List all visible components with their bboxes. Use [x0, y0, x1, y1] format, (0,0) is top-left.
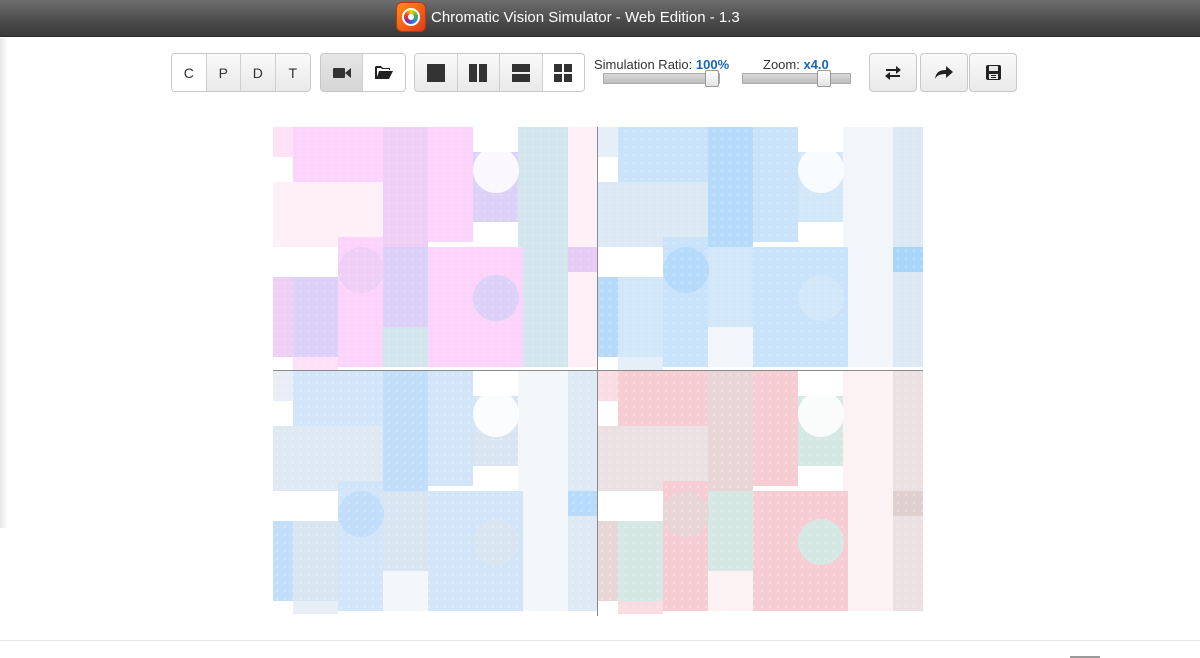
open-file-button[interactable] — [363, 54, 405, 91]
save-disk-icon — [985, 65, 1001, 80]
layout-button-group — [414, 53, 585, 92]
mode-button-group: C P D T — [171, 53, 311, 92]
mode-d-button[interactable]: D — [241, 54, 276, 91]
mode-p-button[interactable]: P — [206, 54, 241, 91]
bottom-separator — [0, 640, 1200, 641]
simulation-ratio-slider-thumb[interactable] — [705, 70, 719, 87]
simulation-viewer[interactable] — [273, 127, 923, 616]
layout-two-columns-icon — [469, 63, 488, 82]
layout-two-rows-icon — [511, 63, 530, 82]
simulation-ratio-caption: Simulation Ratio: — [594, 57, 693, 72]
zoom-slider[interactable] — [742, 70, 851, 87]
pattern-dot-overlay — [598, 371, 923, 616]
mode-t-button[interactable]: T — [275, 54, 310, 91]
layout-single-icon — [426, 63, 445, 82]
layout-single-button[interactable] — [415, 54, 458, 91]
share-button[interactable] — [920, 53, 968, 92]
layout-two-rows-button[interactable] — [500, 54, 543, 91]
save-button[interactable] — [969, 53, 1017, 92]
panel-protanope — [598, 127, 923, 370]
window-title: Chromatic Vision Simulator - Web Edition… — [431, 9, 740, 26]
app-icon — [396, 2, 426, 32]
left-shadow — [0, 38, 8, 528]
folder-open-icon — [375, 66, 393, 79]
pattern-dot-overlay — [598, 127, 923, 370]
layout-quad-button[interactable] — [542, 54, 584, 91]
panel-common — [273, 127, 597, 370]
camera-button[interactable] — [321, 54, 364, 91]
pattern-dot-overlay — [273, 127, 597, 370]
panel-deuteranope — [273, 371, 597, 616]
swap-arrows-icon — [885, 65, 901, 80]
mode-c-button[interactable]: C — [172, 54, 207, 91]
layout-two-columns-button[interactable] — [457, 54, 500, 91]
zoom-caption: Zoom: — [763, 57, 800, 72]
swap-button[interactable] — [869, 53, 917, 92]
share-arrow-icon — [935, 65, 953, 79]
zoom-slider-thumb[interactable] — [817, 70, 831, 87]
layout-quad-icon — [554, 63, 573, 82]
panel-tritanope — [598, 371, 923, 616]
pattern-dot-overlay — [273, 371, 597, 616]
viewer-vertical-divider — [597, 127, 598, 616]
simulation-ratio-slider[interactable] — [603, 70, 720, 87]
window-titlebar: Chromatic Vision Simulator - Web Edition… — [0, 0, 1200, 37]
video-camera-icon — [332, 67, 351, 78]
source-button-group — [320, 53, 406, 92]
viewer-horizontal-divider — [273, 370, 923, 371]
